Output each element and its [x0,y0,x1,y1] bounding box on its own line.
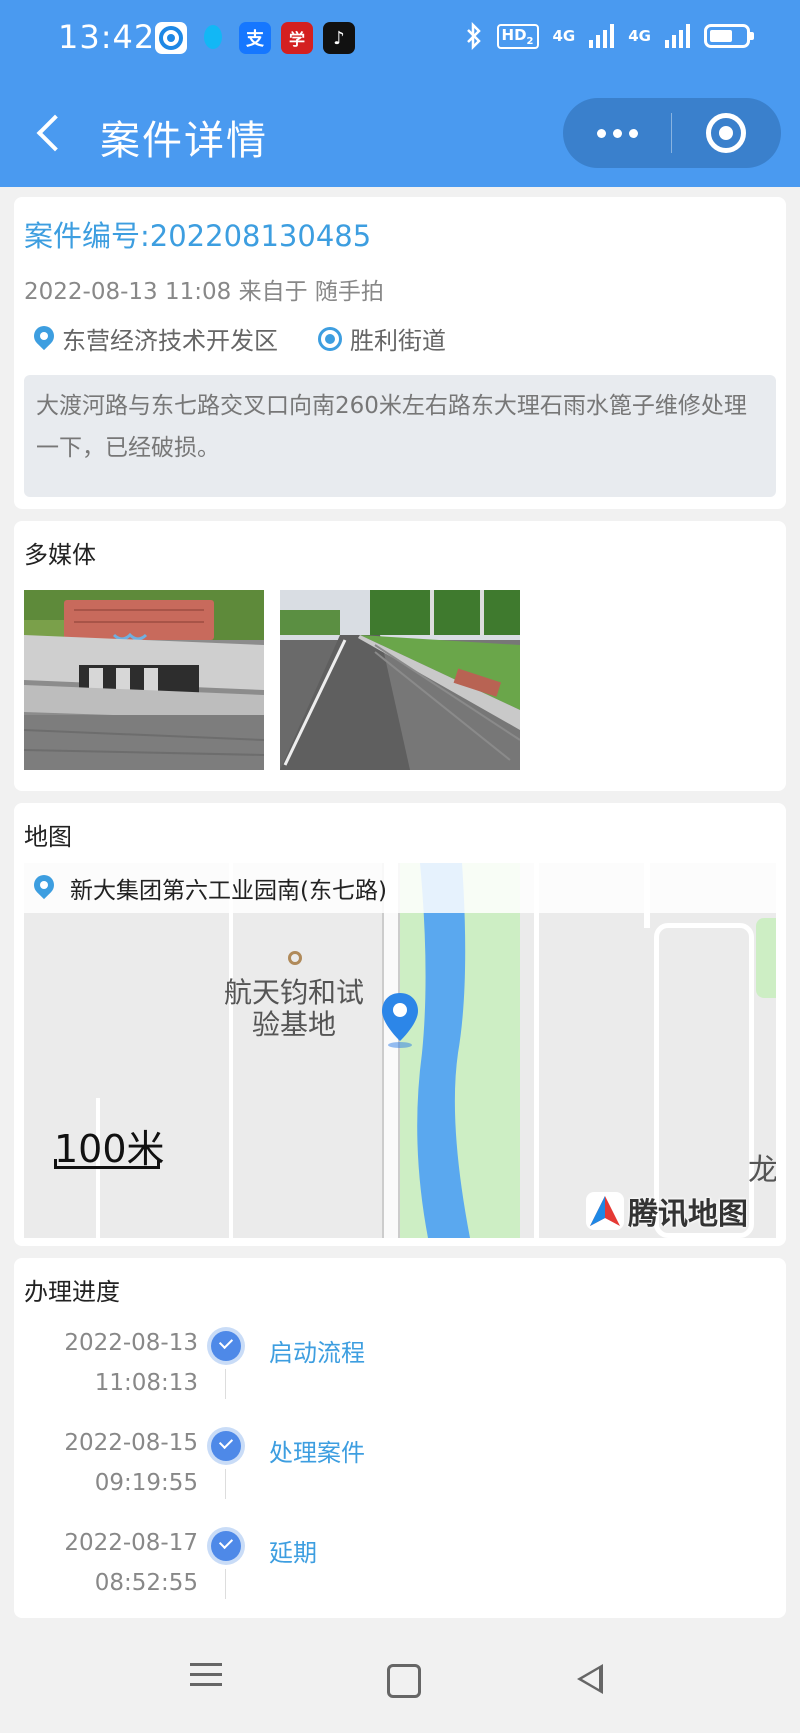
district-tag: 东营经济技术开发区 [29,321,278,356]
poi-marker [288,951,302,965]
tencent-map-icon [586,1192,624,1230]
signal-2-label: 4G [628,27,651,45]
street-label: 胜利街道 [350,327,446,355]
map-card: 地图 新大集团第六工业园南(东七路) 航天钧和试验基地 100米 龙 腾讯地图 [14,803,786,1246]
location-row: 东营经济技术开发区 胜利街道 [29,321,486,356]
tiktok-icon: ♪ [323,22,355,54]
notification-icons: 支 学 ♪ [155,22,355,54]
map-road [534,863,539,1238]
poi-label: 航天钧和试验基地 [224,976,365,1041]
timeline-step-label: 启动流程 [269,1339,365,1367]
check-icon [207,1527,245,1565]
timeline-datetime: 2022-08-17 08:52:55 [64,1530,198,1596]
bluetooth-icon [466,22,481,50]
system-nav-bar [0,1618,800,1733]
map-address-bar: 新大集团第六工业园南(东七路) [24,863,776,913]
street-tag: 胜利街道 [318,321,446,356]
more-menu-button[interactable] [563,98,671,168]
page-title: 案件详情 [100,118,268,164]
district-label: 东营经济技术开发区 [62,327,278,355]
progress-card: 办理进度 2022-08-13 11:08:13 启动流程 2022-08-15 0… [14,1258,786,1618]
timeline-step-label: 延期 [269,1539,317,1567]
miniprogram-capsule [563,98,781,168]
status-bar: 13:42 支 学 ♪ HD2 4G 4G [0,0,800,80]
check-icon [207,1327,245,1365]
alipay-icon: 支 [239,22,271,54]
circle-app-icon [155,22,187,54]
case-info-card: 案件编号:202208130485 2022-08-13 11:08 来自于 随… [14,197,786,509]
timeline-connector [225,1369,226,1399]
timeline-item: 2022-08-15 09:19:55 处理案件 [14,1403,786,1499]
map-location-pin-icon [382,993,418,1048]
map-road [229,863,233,1238]
timeline-connector [225,1569,226,1599]
media-photo-road[interactable] [280,590,520,770]
xuexi-icon: 学 [281,22,313,54]
signal-1-icon [589,24,615,48]
case-description: 大渡河路与东七路交叉口向南260米左右路东大理石雨水篦子维修处理一下，已经破损。 [24,375,776,497]
timeline-connector [225,1469,226,1499]
map-address: 新大集团第六工业园南(东七路) [70,878,387,904]
home-button[interactable] [383,1658,423,1698]
recent-apps-button[interactable] [190,1658,230,1698]
close-miniprogram-button[interactable] [672,98,780,168]
address-pin-icon [29,870,59,900]
media-title: 多媒体 [24,541,96,569]
timeline-item: 2022-08-13 11:08:13 启动流程 [14,1303,786,1399]
map-view[interactable]: 新大集团第六工业园南(东七路) 航天钧和试验基地 100米 龙 腾讯地图 [24,863,776,1238]
map-scale-bar [54,1159,160,1169]
timeline-step-label: 处理案件 [269,1439,365,1467]
media-card: 多媒体 [14,521,786,791]
target-icon [318,326,342,351]
timeline-item: 2022-08-17 08:52:55 延期 [14,1503,786,1599]
status-indicators: HD2 4G 4G [465,22,754,50]
map-river [417,863,470,1238]
qq-icon [197,22,229,54]
check-icon [207,1427,245,1465]
location-pin-icon [29,321,59,350]
progress-title: 办理进度 [24,1278,120,1306]
case-number: 案件编号:202208130485 [24,219,372,253]
case-meta: 2022-08-13 11:08 来自于 随手拍 [24,279,384,305]
map-provider-name: 腾讯地图 [628,1197,748,1232]
signal-2-icon [665,24,690,48]
map-edge-label: 龙 [748,1153,776,1188]
map-provider-logo: 腾讯地图 [586,1189,748,1233]
nav-bar: 案件详情 [0,80,800,187]
status-time: 13:42 [58,18,156,56]
map-road-main [382,863,400,1238]
timeline-datetime: 2022-08-15 09:19:55 [64,1430,198,1496]
battery-icon [704,24,754,48]
media-photo-drain[interactable] [24,590,264,770]
hd-indicator: HD2 [496,23,539,49]
map-park [756,918,776,998]
back-arrow-icon[interactable] [32,108,72,158]
system-back-button[interactable] [577,1658,617,1698]
map-title: 地图 [24,823,72,851]
timeline-datetime: 2022-08-13 11:08:13 [64,1330,198,1396]
signal-1-label: 4G [552,27,576,45]
